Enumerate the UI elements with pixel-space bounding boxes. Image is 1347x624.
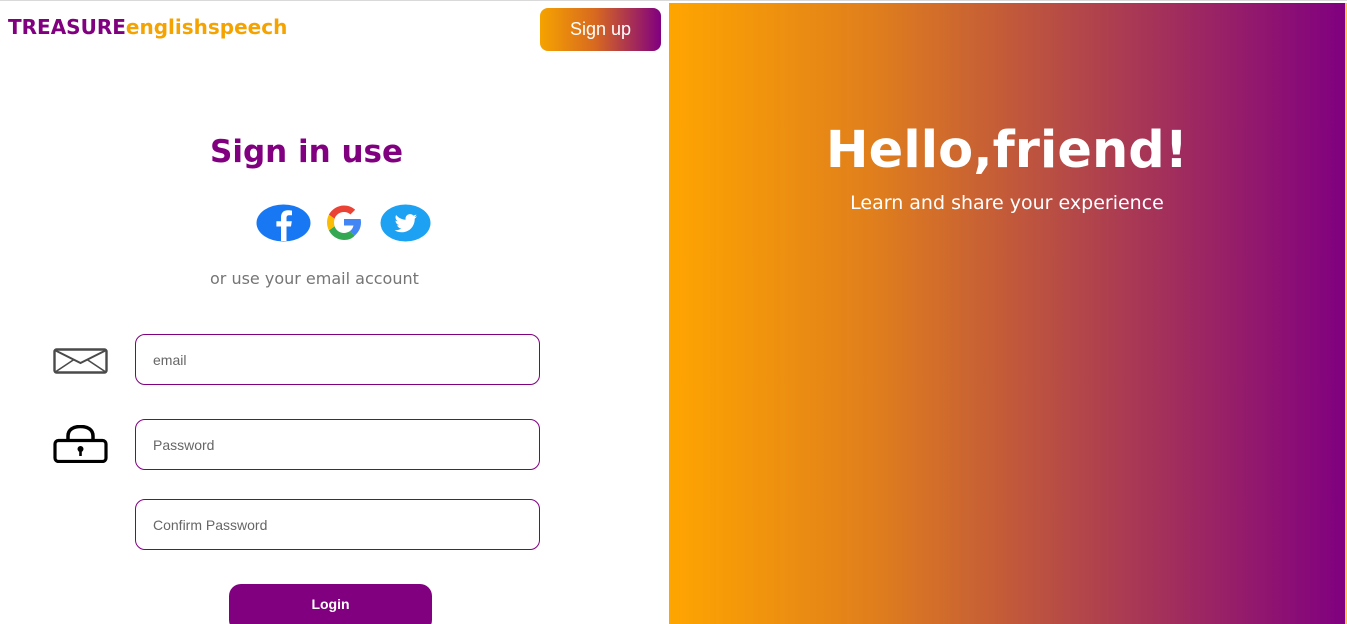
email-field[interactable]: [135, 334, 540, 385]
sign-in-page: TREASUREenglishspeech Sign up Sign in us…: [0, 0, 1347, 624]
facebook-icon[interactable]: [256, 204, 311, 242]
brand-name-part2: englishspeech: [125, 15, 288, 39]
welcome-subheading: Learn and share your experience: [850, 192, 1164, 214]
sign-in-title: Sign in use: [210, 134, 404, 170]
login-button[interactable]: Login: [229, 584, 432, 624]
welcome-heading: Hello,friend!: [825, 121, 1189, 180]
google-icon[interactable]: [320, 202, 368, 242]
welcome-panel: Hello,friend! Learn and share your exper…: [669, 3, 1345, 624]
envelope-icon: [53, 348, 108, 374]
confirm-password-field[interactable]: [135, 499, 540, 550]
twitter-icon[interactable]: [380, 204, 431, 242]
lock-icon: [53, 425, 108, 463]
signup-button[interactable]: Sign up: [540, 8, 661, 51]
brand-logo[interactable]: TREASUREenglishspeech: [8, 15, 287, 39]
password-field[interactable]: [135, 419, 540, 470]
brand-name-part1: TREASURE: [8, 15, 126, 39]
email-account-hint: or use your email account: [210, 269, 419, 288]
